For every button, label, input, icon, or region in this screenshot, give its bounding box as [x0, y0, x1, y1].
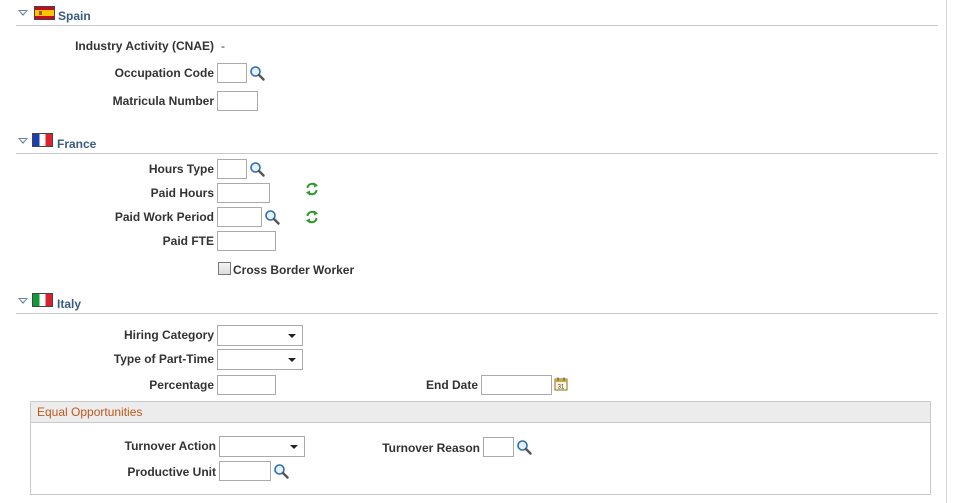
end-date-calendar-icon[interactable]: 31 — [554, 377, 568, 391]
italy-flag-icon — [32, 293, 53, 307]
spain-section-divider — [16, 25, 938, 26]
italy-collapse-icon[interactable] — [18, 298, 28, 304]
end-date-label: End Date — [425, 378, 478, 392]
chevron-down-icon — [288, 334, 296, 338]
paid-fte-input[interactable] — [217, 231, 276, 251]
part-time-type-select[interactable] — [217, 349, 303, 370]
equal-opportunities-header: Equal Opportunities — [31, 402, 930, 423]
spain-collapse-icon[interactable] — [18, 10, 28, 16]
spain-flag-icon — [34, 6, 55, 20]
equal-opportunities-title: Equal Opportunities — [37, 405, 143, 419]
hiring-category-label: Hiring Category — [123, 328, 214, 342]
spain-section-title[interactable]: Spain — [58, 9, 91, 23]
percentage-label: Percentage — [149, 378, 214, 392]
matricula-number-input[interactable] — [217, 91, 258, 111]
occupation-code-lookup-icon[interactable] — [249, 65, 265, 81]
paid-hours-label: Paid Hours — [150, 186, 214, 200]
turnover-action-label: Turnover Action — [124, 439, 216, 453]
paid-work-period-refresh-icon[interactable] — [305, 210, 319, 224]
france-collapse-icon[interactable] — [18, 138, 28, 144]
occupation-code-label: Occupation Code — [114, 66, 214, 80]
productive-unit-input[interactable] — [219, 461, 271, 481]
svg-text:31: 31 — [558, 385, 565, 391]
hours-type-input[interactable] — [217, 159, 247, 179]
chevron-down-icon — [290, 445, 298, 449]
end-date-input[interactable] — [481, 375, 552, 395]
hours-type-label: Hours Type — [148, 162, 214, 176]
hours-type-lookup-icon[interactable] — [249, 161, 265, 177]
paid-work-period-lookup-icon[interactable] — [264, 209, 280, 225]
matricula-number-label: Matricula Number — [112, 94, 214, 108]
italy-section-divider — [16, 313, 938, 314]
productive-unit-lookup-icon[interactable] — [273, 463, 289, 479]
turnover-reason-input[interactable] — [483, 437, 514, 457]
hiring-category-select[interactable] — [217, 325, 303, 346]
percentage-input[interactable] — [217, 375, 276, 395]
france-section-divider — [16, 153, 938, 154]
paid-hours-refresh-icon[interactable] — [305, 182, 319, 196]
industry-activity-value: - — [221, 39, 225, 53]
occupation-code-input[interactable] — [217, 63, 247, 83]
italy-section-title[interactable]: Italy — [57, 297, 81, 311]
cross-border-worker-label[interactable]: Cross Border Worker — [233, 263, 354, 277]
turnover-reason-lookup-icon[interactable] — [516, 439, 532, 455]
turnover-reason-label: Turnover Reason — [382, 441, 480, 455]
page-frame-border — [946, 0, 947, 503]
chevron-down-icon — [288, 358, 296, 362]
turnover-action-select[interactable] — [219, 436, 305, 457]
productive-unit-label: Productive Unit — [127, 465, 216, 479]
paid-work-period-label: Paid Work Period — [114, 210, 214, 224]
industry-activity-label: Industry Activity (CNAE) — [75, 39, 214, 53]
paid-fte-label: Paid FTE — [162, 234, 214, 248]
france-section-title[interactable]: France — [57, 137, 96, 151]
france-flag-icon — [32, 133, 53, 147]
paid-work-period-input[interactable] — [217, 207, 262, 227]
part-time-type-label: Type of Part-Time — [113, 352, 214, 366]
cross-border-worker-checkbox[interactable] — [218, 262, 231, 275]
paid-hours-input[interactable] — [217, 183, 270, 203]
